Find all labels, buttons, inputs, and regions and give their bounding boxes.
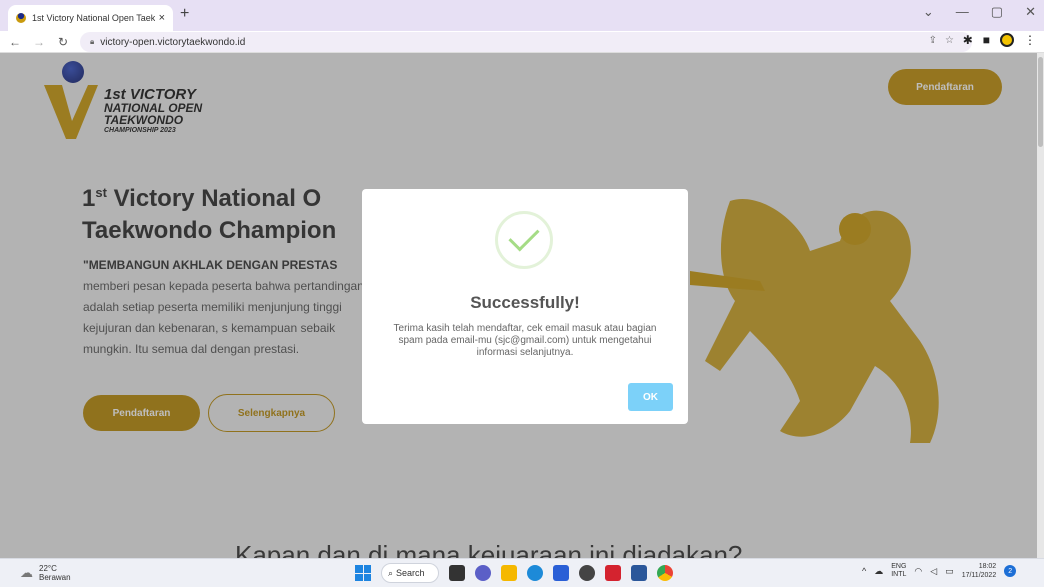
search-icon: ⌕ [388, 567, 394, 578]
minimize-button[interactable]: — [956, 4, 969, 20]
clock-date: 17/11/2022 [961, 572, 997, 579]
system-tray: ^ ☁︎ ENG INTL ◠ ◁ ▭ 18:02 17/11/2022 2 [862, 562, 1017, 580]
store-icon[interactable] [553, 565, 569, 581]
page-scrollbar[interactable] [1037, 53, 1044, 558]
clock[interactable]: 18:02 17/11/2022 [962, 562, 997, 580]
taskbar-search[interactable]: ⌕ Search [381, 563, 439, 583]
start-windows-icon[interactable] [355, 565, 371, 581]
chrome-icon[interactable] [657, 565, 673, 581]
maximize-button[interactable]: ▢ [991, 4, 1003, 20]
mcafee-icon[interactable] [605, 565, 621, 581]
new-tab-button[interactable]: + [180, 5, 189, 23]
web-page: 1st VICTORY NATIONAL OPEN TAEKWONDO CHAM… [0, 53, 1044, 558]
taskbar-apps: ⌕ Search [355, 563, 673, 583]
lock-icon: 🔒︎ [90, 37, 95, 46]
share-bookmark-icons[interactable]: ⇪☆ [929, 35, 962, 46]
lang-line-1: ENG [891, 563, 907, 570]
success-ring [495, 211, 553, 269]
task-view-icon[interactable] [449, 565, 465, 581]
success-dialog: Successfully! Terima kasih telah mendaft… [362, 189, 688, 424]
weather-condition: Berawan [39, 573, 71, 582]
weather-widget[interactable]: ☁︎ 22°C Berawan [20, 564, 71, 582]
url-text: victory-open.victorytaekwondo.id [100, 36, 246, 48]
close-window-button[interactable]: ✕ [1025, 4, 1036, 20]
side-panel-icon[interactable]: ■ [983, 33, 990, 47]
teams-chat-icon[interactable] [475, 565, 491, 581]
browser-menu-icon[interactable]: ⋮ [1024, 33, 1036, 47]
onedrive-icon[interactable]: ☁︎ [874, 566, 883, 577]
window-controls: ⌄ — ▢ ✕ [923, 4, 1036, 20]
reload-icon[interactable]: ↻ [54, 35, 72, 49]
language-indicator[interactable]: ENG INTL [891, 563, 906, 579]
tray-chevron-icon[interactable]: ^ [862, 566, 866, 576]
forward-arrow-icon[interactable]: → [30, 35, 48, 49]
tab-close-icon[interactable]: × [159, 12, 165, 24]
site-favicon-icon [16, 13, 26, 23]
tab-search-icon[interactable]: ⌄ [923, 4, 934, 20]
volume-icon[interactable]: ◁ [930, 566, 937, 577]
tab-title: 1st Victory National Open Taekwo [32, 13, 155, 23]
battery-icon[interactable]: ▭ [945, 566, 954, 577]
dialog-message: Terima kasih telah mendaftar, cek email … [393, 323, 657, 358]
address-bar[interactable]: 🔒︎ victory-open.victorytaekwondo.id ⇪☆ [80, 32, 972, 52]
screen: 1st Victory National Open Taekwo × + ⌄ —… [0, 0, 1044, 587]
profile-avatar-icon[interactable] [1000, 33, 1014, 47]
dialog-title: Successfully! [470, 293, 580, 312]
checkmark-icon [508, 220, 540, 252]
ok-button[interactable]: OK [628, 383, 673, 411]
lang-line-2: INTL [891, 571, 907, 578]
browser-toolbar: ← → ↻ 🔒︎ victory-open.victorytaekwondo.i… [0, 31, 1044, 53]
weather-text: 22°C Berawan [39, 564, 71, 582]
search-label: Search [396, 568, 425, 578]
dell-icon[interactable] [579, 565, 595, 581]
browser-tab[interactable]: 1st Victory National Open Taekwo × [8, 5, 173, 31]
back-arrow-icon[interactable]: ← [6, 35, 24, 49]
notification-badge[interactable]: 2 [1004, 565, 1017, 577]
clock-time: 18:02 [978, 563, 997, 570]
wifi-icon[interactable]: ◠ [914, 566, 922, 577]
browser-tab-strip: 1st Victory National Open Taekwo × + ⌄ —… [0, 0, 1044, 31]
extensions-area: ✱ ■ ⋮ [963, 33, 1036, 47]
scrollbar-thumb[interactable] [1038, 57, 1043, 147]
temperature: 22°C [39, 564, 57, 573]
edge-icon[interactable] [527, 565, 543, 581]
cloud-icon: ☁︎ [20, 565, 33, 580]
extensions-puzzle-icon[interactable]: ✱ [963, 33, 973, 47]
windows-taskbar: ☁︎ 22°C Berawan ⌕ Search ^ ☁︎ ENG INTL ◠… [0, 558, 1044, 587]
word-icon[interactable] [631, 565, 647, 581]
file-explorer-icon[interactable] [501, 565, 517, 581]
